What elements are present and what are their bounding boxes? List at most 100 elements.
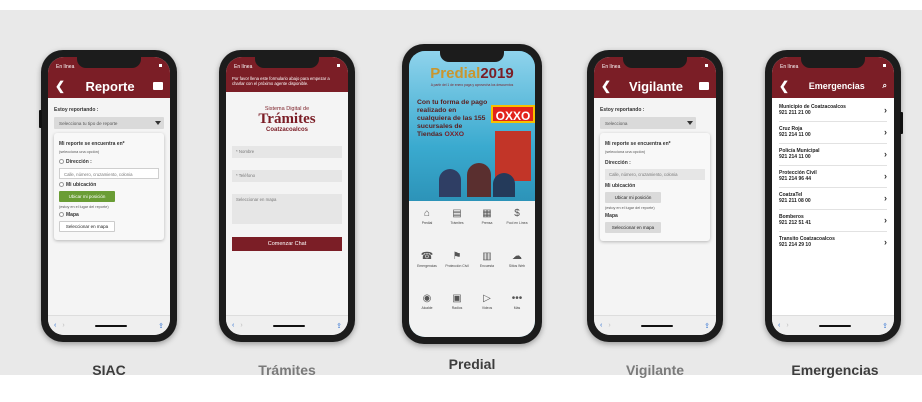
chevron-down-icon xyxy=(155,121,161,125)
address-input[interactable]: Calle, número, cruzamiento, colonia xyxy=(605,169,705,180)
forward-arrow-icon[interactable]: › xyxy=(608,322,610,329)
radio-icon[interactable] xyxy=(59,212,64,218)
status-label: En línea xyxy=(234,64,253,70)
siac-form: Estoy reportando : Selecciona tu tipo de… xyxy=(48,98,170,246)
radio-icon[interactable] xyxy=(59,182,64,188)
entry-phone: 921 212 51 41 xyxy=(779,220,811,226)
printer-icon[interactable] xyxy=(699,82,709,90)
share-icon[interactable]: ⇪ xyxy=(158,322,164,330)
grid-label: Protección Civil xyxy=(445,263,469,268)
intro-text: Por favor llena este formulario abajo pa… xyxy=(226,74,348,92)
back-arrow-icon[interactable]: ‹ xyxy=(54,322,56,329)
promo-brand: OXXO xyxy=(444,131,465,138)
menu-icon[interactable] xyxy=(337,64,340,67)
grid-item-emergencias[interactable]: ☎ Emergencias xyxy=(413,250,441,289)
entry-phone: 921 214 29 10 xyxy=(779,242,811,248)
grid-label: Trámites xyxy=(450,221,464,225)
grid-item-predial[interactable]: ⌂ Predial xyxy=(413,207,441,246)
grid-item-alcalde[interactable]: ◉ Alcalde xyxy=(413,292,441,331)
chevron-right-icon: › xyxy=(884,127,887,137)
reporting-label: Estoy reportando : xyxy=(54,107,99,113)
grid-label: Predial xyxy=(421,221,433,225)
caption-vigilante: Vigilante xyxy=(625,362,685,378)
grid-item-sitios[interactable]: ☁ Sitios Web xyxy=(503,250,531,289)
back-arrow-icon[interactable]: ‹ xyxy=(778,322,780,329)
brand-label: Predial xyxy=(430,65,481,82)
list-item[interactable]: Cruz Roja 921 214 11 00 › xyxy=(779,122,887,144)
search-icon[interactable]: ⌕ xyxy=(883,81,887,91)
locate-button[interactable]: Ubicar mi posición xyxy=(59,191,115,202)
browser-bar: ‹ › ⇪ xyxy=(772,315,894,335)
grid-item-tramites[interactable]: ▤ Trámites xyxy=(443,207,471,246)
back-icon[interactable]: ❮ xyxy=(55,79,67,93)
my-location-option[interactable]: Mi ubicación xyxy=(59,182,159,188)
grid-label: Pool en Línea xyxy=(506,221,528,225)
forward-arrow-icon[interactable]: › xyxy=(62,322,64,329)
shield-icon: ⚑ xyxy=(452,250,462,262)
grid-item-radios[interactable]: ▣ Radios xyxy=(443,292,471,331)
share-icon[interactable]: ⇪ xyxy=(336,322,342,330)
chevron-right-icon: › xyxy=(884,237,887,247)
address-input[interactable]: Calle, número, cruzamiento, colonia xyxy=(59,168,159,179)
list-item[interactable]: Bomberos 921 212 51 41 › xyxy=(779,210,887,232)
map-select[interactable]: Seleccionar en mapa xyxy=(232,194,342,224)
play-icon: ▷ xyxy=(483,293,491,305)
menu-icon[interactable] xyxy=(159,64,162,67)
map-option[interactable]: Mapa xyxy=(59,212,159,218)
home-indicator[interactable] xyxy=(819,324,852,327)
grid-item-proteccion[interactable]: ⚑ Protección Civil xyxy=(443,250,471,289)
direction-label: Dirección : xyxy=(66,159,92,165)
entry-phone: 921 214 11 00 xyxy=(779,132,811,138)
menu-icon[interactable] xyxy=(705,64,708,67)
grid-item-mas[interactable]: ••• Más xyxy=(503,292,531,331)
caption-tramites: Trámites xyxy=(258,362,316,378)
name-input[interactable]: * Nombre xyxy=(232,146,342,158)
home-indicator[interactable] xyxy=(273,324,306,327)
grid-item-pago[interactable]: $ Pool en Línea xyxy=(503,207,531,246)
home-indicator[interactable] xyxy=(95,324,128,327)
house-icon: ⌂ xyxy=(423,208,431,219)
locate-button[interactable]: Ubicar mi posición xyxy=(605,192,661,203)
printer-icon[interactable] xyxy=(153,82,163,90)
map-button[interactable]: Seleccionar en mapa xyxy=(605,222,661,233)
menu-icon[interactable] xyxy=(883,64,886,67)
entry-phone: 921 211 21 00 xyxy=(779,110,811,116)
list-item[interactable]: CoatzaTel 921 211 08 00 › xyxy=(779,188,887,210)
year-label: 2019 xyxy=(480,65,514,82)
list-item[interactable]: Policía Municipal 921 214 11 00 › xyxy=(779,144,887,166)
list-item[interactable]: Protección Civil 921 214 96 44 › xyxy=(779,166,887,188)
grid-label: Prensa xyxy=(481,221,493,225)
back-icon[interactable]: ❮ xyxy=(601,79,613,93)
back-arrow-icon[interactable]: ‹ xyxy=(600,322,602,329)
grid-item-videos[interactable]: ▷ Videos xyxy=(473,292,501,331)
share-icon[interactable]: ⇪ xyxy=(882,322,888,330)
report-type-select[interactable]: Selecciona tu tipo de reporte xyxy=(54,117,164,129)
notch xyxy=(801,57,865,68)
start-chat-button[interactable]: Comenzar Chat xyxy=(232,237,342,251)
back-arrow-icon[interactable]: ‹ xyxy=(232,322,234,329)
map-label: Mapa xyxy=(605,213,618,219)
map-button[interactable]: Seleccionar en mapa xyxy=(59,221,115,232)
radio-icon[interactable] xyxy=(59,159,64,165)
browser-bar: ‹ › ⇪ xyxy=(594,315,716,335)
phone-input[interactable]: * Teléfono xyxy=(232,170,342,182)
share-icon[interactable]: ⇪ xyxy=(704,322,710,330)
direction-option[interactable]: Dirección : xyxy=(59,159,159,165)
grid-label: Radios xyxy=(451,306,463,311)
back-icon[interactable]: ❮ xyxy=(779,79,791,93)
home-indicator[interactable] xyxy=(641,324,674,327)
notch xyxy=(255,57,319,68)
list-item[interactable]: Transito Coatzacoalcos 921 214 29 10 › xyxy=(779,232,887,253)
location-hint: (selecciona una opción) xyxy=(605,150,646,154)
forward-arrow-icon[interactable]: › xyxy=(786,322,788,329)
list-item[interactable]: Municipio de Coatzacoalcos 921 211 21 00 › xyxy=(779,100,887,122)
grid-item-encuesta[interactable]: ▥ Encuesta xyxy=(473,250,501,289)
forward-arrow-icon[interactable]: › xyxy=(240,322,242,329)
grid-item-prensa[interactable]: ▦ Prensa xyxy=(473,207,501,246)
person-figure xyxy=(439,169,461,197)
person-figure xyxy=(467,163,491,197)
chevron-right-icon: › xyxy=(884,171,887,181)
location-hint: (selecciona una opción) xyxy=(59,150,100,154)
report-type-select[interactable]: Selecciona xyxy=(600,117,696,129)
caption-emergencias: Emergencias xyxy=(791,362,879,378)
